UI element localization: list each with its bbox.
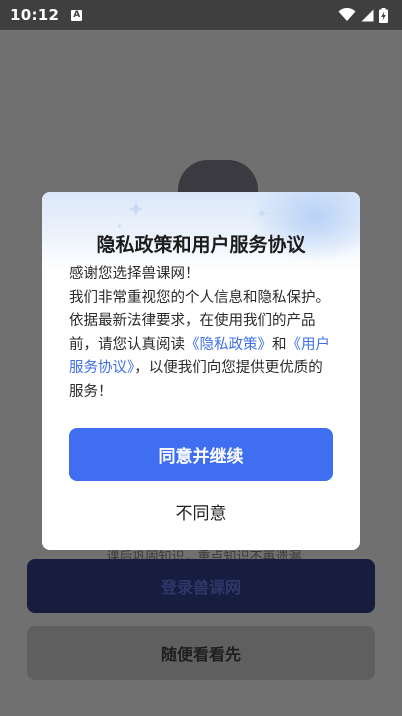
login-button[interactable]: 登录兽课网 <box>27 559 375 613</box>
dialog-body-text: 感谢您选择兽课网！ 我们非常重视您的个人信息和隐私保护。依据最新法律要求，在使用… <box>69 263 333 404</box>
privacy-policy-link[interactable]: 《隐私政策》 <box>185 337 272 353</box>
greeting-text: 感谢您选择兽课网！ <box>69 266 200 282</box>
status-bar: 10:12 A <box>0 0 402 30</box>
battery-charging-icon <box>379 7 388 23</box>
dialog-title: 隐私政策和用户服务协议 <box>96 234 306 256</box>
notification-a-icon: A <box>71 9 83 21</box>
agreement-paragraph: 我们非常重视您的个人信息和隐私保护。依据最新法律要求，在使用我们的产品前，请您认… <box>69 287 333 405</box>
signal-icon <box>361 9 374 21</box>
status-time: 10:12 <box>10 6 60 24</box>
disagree-button[interactable]: 不同意 <box>69 494 333 528</box>
sparkle-icon <box>257 208 267 219</box>
sparkle-icon <box>128 200 144 218</box>
status-icons <box>338 7 388 23</box>
sparkle-icon <box>116 222 123 230</box>
browse-button[interactable]: 随便看看先 <box>27 626 375 680</box>
wifi-icon <box>338 8 356 21</box>
agree-continue-button[interactable]: 同意并继续 <box>69 428 333 481</box>
privacy-dialog: 隐私政策和用户服务协议 感谢您选择兽课网！ 我们非常重视您的个人信息和隐私保护。… <box>42 192 360 550</box>
conjunction-text: 和 <box>272 336 287 353</box>
